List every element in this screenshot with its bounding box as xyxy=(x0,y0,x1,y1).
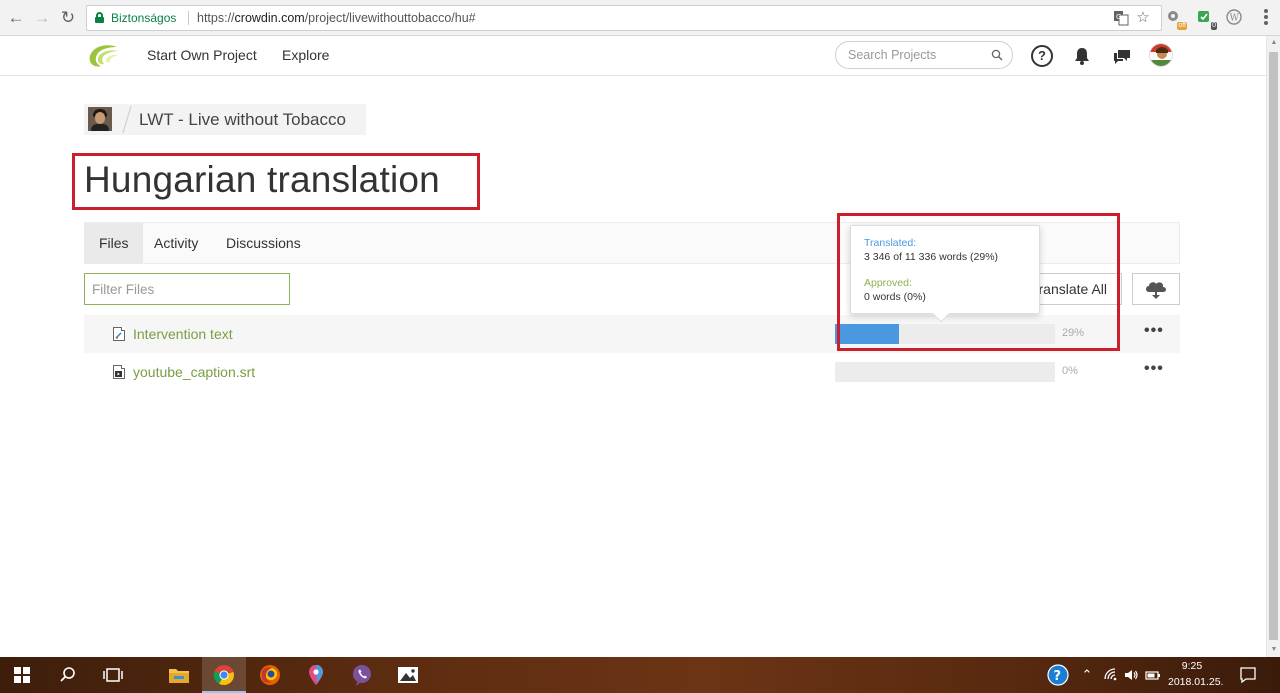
forward-arrow-icon[interactable]: → xyxy=(32,8,52,28)
search-projects-input[interactable] xyxy=(848,47,988,63)
svg-text:?: ? xyxy=(1054,669,1062,684)
scroll-down-arrow-icon[interactable]: ▼ xyxy=(1267,643,1280,657)
nav-explore[interactable]: Explore xyxy=(282,47,329,63)
svg-text:G: G xyxy=(1116,13,1121,21)
breadcrumb: LWT - Live without Tobacco xyxy=(84,104,366,135)
scroll-up-arrow-icon[interactable]: ▲ xyxy=(1267,36,1280,50)
chrome-icon[interactable] xyxy=(211,662,237,688)
secure-label: Biztonságos xyxy=(111,11,177,25)
wordpress-extension-icon[interactable]: W xyxy=(1225,9,1243,27)
windows-start-icon[interactable] xyxy=(9,662,35,688)
nav-start-own-project[interactable]: Start Own Project xyxy=(147,47,257,63)
file-progress-bar[interactable] xyxy=(835,362,1055,382)
breadcrumb-separator xyxy=(122,105,132,134)
progress-highlight-box xyxy=(837,213,1120,351)
volume-icon[interactable] xyxy=(1123,667,1139,683)
extension-off-badge: off xyxy=(1177,22,1187,30)
windows-taskbar: ? ⌃ 9:25 2018.01.25. xyxy=(0,657,1280,693)
cloud-download-icon xyxy=(1146,282,1166,299)
file-options-menu-icon[interactable]: ••• xyxy=(1144,323,1163,341)
extension-count-icon[interactable]: 0 xyxy=(1195,9,1217,30)
help-tray-icon[interactable]: ? xyxy=(1047,664,1069,686)
title-highlight-box xyxy=(72,153,480,210)
extension-count-badge: 0 xyxy=(1211,22,1217,30)
download-button[interactable] xyxy=(1132,273,1180,305)
tab-discussions[interactable]: Discussions xyxy=(212,223,315,264)
video-file-icon xyxy=(113,365,125,379)
action-center-icon[interactable] xyxy=(1238,665,1258,685)
url-host: crowdin.com xyxy=(234,11,305,25)
firefox-icon[interactable] xyxy=(257,662,283,688)
viber-icon[interactable] xyxy=(349,662,375,688)
url-protocol: https:// xyxy=(197,11,235,25)
lock-icon xyxy=(95,12,104,23)
photos-icon[interactable] xyxy=(395,662,421,688)
file-options-menu-icon[interactable]: ••• xyxy=(1144,361,1163,379)
file-name-link[interactable]: youtube_caption.srt xyxy=(133,364,255,380)
project-owner-avatar[interactable] xyxy=(88,107,112,131)
file-progress-percent: 0% xyxy=(1062,365,1078,377)
taskbar-clock-time[interactable]: 9:25 xyxy=(1168,660,1216,672)
wifi-icon[interactable] xyxy=(1103,667,1119,683)
scrollbar-thumb[interactable] xyxy=(1269,52,1278,640)
document-edit-icon xyxy=(113,327,125,341)
battery-icon[interactable] xyxy=(1145,667,1161,683)
file-row[interactable]: youtube_caption.srt 0% ••• xyxy=(84,353,1180,391)
url-text[interactable]: https://crowdin.com/project/livewithoutt… xyxy=(197,11,476,25)
tray-expand-icon[interactable]: ⌃ xyxy=(1079,667,1095,683)
breadcrumb-project-link[interactable]: LWT - Live without Tobacco xyxy=(139,110,346,130)
browser-toolbar: ← → ↻ Biztonságos https://crowdin.com/pr… xyxy=(0,0,1280,36)
notifications-bell-icon[interactable] xyxy=(1071,45,1093,67)
filter-files-input[interactable] xyxy=(84,273,290,305)
browser-menu-icon[interactable] xyxy=(1264,9,1268,27)
maps-pin-icon[interactable] xyxy=(303,662,329,688)
crowdin-logo-icon[interactable] xyxy=(87,42,121,70)
translate-page-icon[interactable]: G xyxy=(1113,10,1129,26)
search-projects-box xyxy=(835,41,1013,69)
extension-off-icon[interactable]: off xyxy=(1165,9,1187,30)
messages-icon[interactable] xyxy=(1111,45,1133,67)
task-view-icon[interactable] xyxy=(100,662,126,688)
bookmark-star-icon[interactable]: ☆ xyxy=(1135,10,1151,26)
tab-files[interactable]: Files xyxy=(85,223,143,264)
taskbar-clock-date[interactable]: 2018.01.25. xyxy=(1168,676,1223,688)
file-name-link[interactable]: Intervention text xyxy=(133,326,233,342)
page-scrollbar[interactable]: ▲ ▼ xyxy=(1266,36,1280,657)
tab-activity[interactable]: Activity xyxy=(140,223,212,264)
address-bar[interactable]: Biztonságos https://crowdin.com/project/… xyxy=(86,5,1162,31)
site-header: Start Own Project Explore ? xyxy=(0,36,1266,76)
user-avatar[interactable] xyxy=(1149,43,1173,67)
back-arrow-icon[interactable]: ← xyxy=(6,8,26,28)
screen: ← → ↻ Biztonságos https://crowdin.com/pr… xyxy=(0,0,1280,693)
help-icon[interactable]: ? xyxy=(1031,45,1053,67)
file-explorer-icon[interactable] xyxy=(166,662,192,688)
address-separator xyxy=(188,11,189,25)
reload-icon[interactable]: ↻ xyxy=(58,8,78,28)
search-taskbar-icon[interactable] xyxy=(55,662,81,688)
svg-text:W: W xyxy=(1230,14,1240,24)
search-icon[interactable] xyxy=(991,49,1003,61)
url-path: /project/livewithouttobacco/hu# xyxy=(304,11,476,25)
